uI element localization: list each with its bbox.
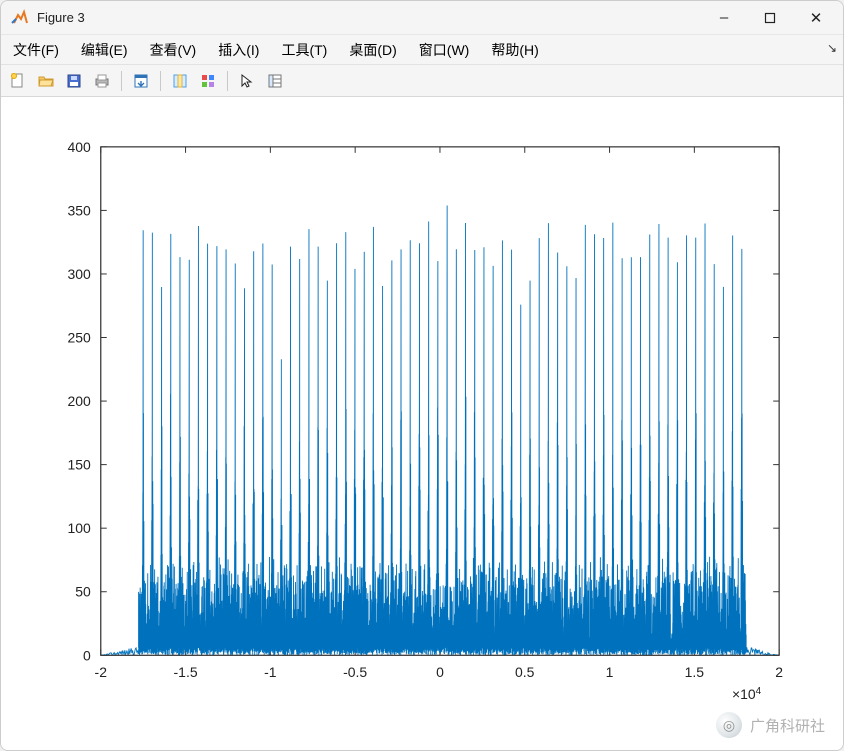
new-file-icon[interactable] [5,69,31,93]
open-icon[interactable] [33,69,59,93]
menu-file[interactable]: 文件(F) [7,38,65,62]
toolbar-separator [160,71,161,91]
menu-view[interactable]: 查看(V) [144,38,203,62]
svg-text:100: 100 [67,520,91,536]
svg-text:0: 0 [436,664,444,680]
titlebar: Figure 3 – ✕ [1,1,843,35]
svg-text:2: 2 [775,664,783,680]
svg-text:0.5: 0.5 [515,664,535,680]
svg-text:-1.5: -1.5 [174,664,198,680]
svg-text:350: 350 [67,202,91,218]
toolbar-separator [121,71,122,91]
pointer-icon[interactable] [234,69,260,93]
svg-text:1: 1 [606,664,614,680]
dock-icon[interactable] [128,69,154,93]
close-button[interactable]: ✕ [793,1,839,34]
svg-text:50: 50 [75,584,91,600]
svg-text:200: 200 [67,393,91,409]
datatip-icon[interactable] [167,69,193,93]
plot-area: 0 50 100 150 200 250 300 350 400 -2 -1.5 -1 -0.5 0 0.5… [1,97,843,750]
svg-text:×104: ×104 [732,686,762,702]
chart-canvas: 0 50 100 150 200 250 300 350 400 -2 -1.5 -1 -0.5 0 0.5… [1,97,843,750]
svg-text:300: 300 [67,266,91,282]
save-icon[interactable] [61,69,87,93]
svg-text:250: 250 [67,330,91,346]
menu-insert[interactable]: 插入(I) [212,38,265,62]
toolbar-separator [227,71,228,91]
window-title: Figure 3 [37,10,701,25]
print-icon[interactable] [89,69,115,93]
svg-text:1.5: 1.5 [685,664,705,680]
menu-window[interactable]: 窗口(W) [413,38,476,62]
menu-desktop[interactable]: 桌面(D) [343,38,402,62]
matlab-app-icon [11,9,29,27]
dock-arrow-icon[interactable]: ↘ [827,41,837,55]
svg-text:0: 0 [83,647,91,663]
menu-tools[interactable]: 工具(T) [275,38,333,62]
svg-text:-2: -2 [95,664,108,680]
menu-help[interactable]: 帮助(H) [485,38,544,62]
menubar: 文件(F) 编辑(E) 查看(V) 插入(I) 工具(T) 桌面(D) 窗口(W… [1,35,843,65]
menu-edit[interactable]: 编辑(E) [75,38,134,62]
minimize-button[interactable]: – [701,1,747,34]
svg-text:-0.5: -0.5 [343,664,367,680]
window-controls: – ✕ [701,1,839,34]
svg-text:-1: -1 [264,664,277,680]
properties-icon[interactable] [262,69,288,93]
svg-text:400: 400 [67,139,91,155]
colorbar-icon[interactable] [195,69,221,93]
toolbar [1,65,843,97]
maximize-button[interactable] [747,1,793,34]
svg-text:150: 150 [67,457,91,473]
